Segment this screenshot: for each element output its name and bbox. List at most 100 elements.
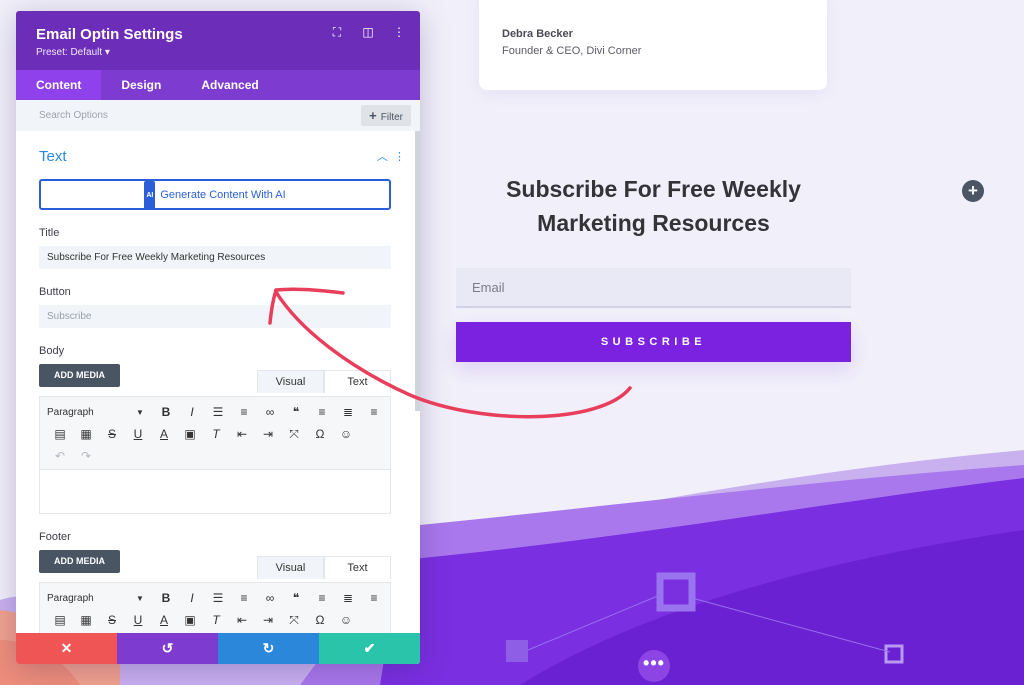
- align-center-icon[interactable]: ≣: [335, 405, 361, 419]
- redo-icon[interactable]: ↻: [218, 633, 319, 664]
- align-left-icon[interactable]: ≡: [309, 405, 335, 419]
- ai-icon: AI: [144, 181, 156, 210]
- panel-scrollbar[interactable]: [415, 131, 420, 411]
- chevron-up-icon[interactable]: ︿: [377, 151, 388, 163]
- link-icon[interactable]: ∞: [257, 591, 283, 605]
- blockquote-icon[interactable]: ❝: [283, 405, 309, 419]
- outdent-icon[interactable]: ⇤: [229, 613, 255, 627]
- filter-label: Filter: [380, 112, 403, 123]
- omega-icon[interactable]: Ω: [307, 427, 333, 441]
- title-label: Title: [39, 227, 60, 239]
- paste-icon[interactable]: ▣: [177, 427, 203, 441]
- numbered-list-icon[interactable]: ≡: [231, 405, 257, 419]
- optin-title: Subscribe For Free Weekly Marketing Reso…: [506, 176, 801, 236]
- editor-tab-visual[interactable]: Visual: [257, 556, 324, 579]
- panel-tabs: Content Design Advanced: [16, 70, 420, 100]
- body-label: Body: [39, 345, 65, 357]
- text-color-icon[interactable]: A: [151, 427, 177, 441]
- tab-design[interactable]: Design: [101, 70, 181, 100]
- fullscreen-icon[interactable]: ⤧: [281, 427, 307, 442]
- testimonial-name: Debra Becker: [502, 28, 573, 40]
- more-vertical-icon[interactable]: ⋮: [392, 25, 406, 40]
- bold-icon[interactable]: B: [153, 405, 179, 419]
- tab-advanced[interactable]: Advanced: [181, 70, 278, 100]
- chevron-down-icon[interactable]: ▼: [127, 408, 153, 417]
- paragraph-select[interactable]: Paragraph: [47, 593, 127, 604]
- editor-toolbar: Paragraph ▼ B I ☰ ≡ ∞ ❝ ≡ ≣ ≡ ▤ ▦ S U A ▣…: [39, 582, 391, 633]
- chevron-down-icon[interactable]: ▼: [127, 594, 153, 603]
- filter-button[interactable]: + Filter: [361, 105, 411, 126]
- panel-footer: ✕ ↺ ↻ ✔: [16, 633, 420, 664]
- undo-icon[interactable]: ↺: [117, 633, 218, 664]
- editor-tab-text[interactable]: Text: [324, 370, 391, 393]
- outdent-icon[interactable]: ⇤: [229, 427, 255, 441]
- search-bar: +Filter: [16, 100, 420, 131]
- link-icon[interactable]: ∞: [257, 405, 283, 419]
- table-icon[interactable]: ▦: [73, 613, 99, 627]
- table-icon[interactable]: ▦: [73, 427, 99, 441]
- justify-icon[interactable]: ▤: [47, 613, 73, 627]
- text-section-header[interactable]: Text ︿ ⋮: [39, 131, 405, 179]
- indent-icon[interactable]: ⇥: [255, 427, 281, 441]
- indent-icon[interactable]: ⇥: [255, 613, 281, 627]
- panel-body: Text ︿ ⋮ AI Generate Content With AI Titl…: [16, 131, 420, 633]
- add-module-icon[interactable]: +: [962, 180, 984, 202]
- underline-icon[interactable]: U: [125, 613, 151, 627]
- justify-icon[interactable]: ▤: [47, 427, 73, 441]
- add-media-button[interactable]: ADD MEDIA: [39, 364, 120, 387]
- settings-panel: Email Optin Settings Preset: Default ▾ ⛶…: [16, 11, 420, 664]
- subscribe-button[interactable]: SUBSCRIBE: [456, 322, 851, 362]
- fullscreen-icon[interactable]: ⤧: [281, 613, 307, 628]
- footer-label: Footer: [39, 531, 71, 543]
- strikethrough-icon[interactable]: S: [99, 427, 125, 441]
- testimonial-role: Founder & CEO, Divi Corner: [502, 45, 642, 57]
- align-left-icon[interactable]: ≡: [309, 591, 335, 605]
- text-color-icon[interactable]: A: [151, 613, 177, 627]
- button-label: Button: [39, 286, 71, 298]
- ai-button-label: Generate Content With AI: [160, 189, 286, 201]
- generate-ai-button[interactable]: AI Generate Content With AI: [39, 179, 391, 210]
- clear-format-icon[interactable]: T: [203, 427, 229, 441]
- title-field[interactable]: [39, 246, 391, 269]
- close-icon[interactable]: ✕: [16, 633, 117, 664]
- italic-icon[interactable]: I: [179, 591, 205, 605]
- paragraph-select[interactable]: Paragraph: [47, 407, 127, 418]
- clear-format-icon[interactable]: T: [203, 613, 229, 627]
- split-view-icon[interactable]: ◫: [361, 25, 375, 40]
- strikethrough-icon[interactable]: S: [99, 613, 125, 627]
- numbered-list-icon[interactable]: ≡: [231, 591, 257, 605]
- bold-icon[interactable]: B: [153, 591, 179, 605]
- editor-tab-text[interactable]: Text: [324, 556, 391, 579]
- italic-icon[interactable]: I: [179, 405, 205, 419]
- search-input[interactable]: [16, 100, 316, 131]
- blockquote-icon[interactable]: ❝: [283, 591, 309, 605]
- bullet-list-icon[interactable]: ☰: [205, 591, 231, 605]
- more-options-icon[interactable]: •••: [638, 650, 670, 682]
- testimonial-card: Debra Becker Founder & CEO, Divi Corner: [479, 0, 827, 90]
- emoji-icon[interactable]: ☺: [333, 613, 359, 627]
- align-right-icon[interactable]: ≡: [361, 591, 387, 605]
- more-vertical-icon[interactable]: ⋮: [394, 151, 405, 163]
- email-input[interactable]: [456, 268, 851, 308]
- tab-content[interactable]: Content: [16, 70, 102, 100]
- panel-header: Email Optin Settings Preset: Default ▾ ⛶…: [16, 11, 420, 70]
- save-check-icon[interactable]: ✔: [319, 633, 420, 664]
- body-editor[interactable]: [39, 470, 391, 514]
- editor-tab-visual[interactable]: Visual: [257, 370, 324, 393]
- paste-icon[interactable]: ▣: [177, 613, 203, 627]
- add-media-button[interactable]: ADD MEDIA: [39, 550, 120, 573]
- bullet-list-icon[interactable]: ☰: [205, 405, 231, 419]
- expand-icon[interactable]: ⛶: [330, 25, 344, 40]
- align-center-icon[interactable]: ≣: [335, 591, 361, 605]
- section-title: Text: [39, 147, 67, 165]
- emoji-icon[interactable]: ☺: [333, 427, 359, 441]
- redo-icon[interactable]: ↷: [73, 449, 99, 463]
- editor-toolbar: Paragraph ▼ B I ☰ ≡ ∞ ❝ ≡ ≣ ≡ ▤ ▦ S U A ▣…: [39, 396, 391, 470]
- align-right-icon[interactable]: ≡: [361, 405, 387, 419]
- preset-dropdown[interactable]: Preset: Default ▾: [36, 47, 420, 58]
- omega-icon[interactable]: Ω: [307, 613, 333, 627]
- undo-icon[interactable]: ↶: [47, 449, 73, 463]
- button-text-field[interactable]: [39, 305, 391, 328]
- plus-icon: +: [369, 108, 377, 123]
- underline-icon[interactable]: U: [125, 427, 151, 441]
